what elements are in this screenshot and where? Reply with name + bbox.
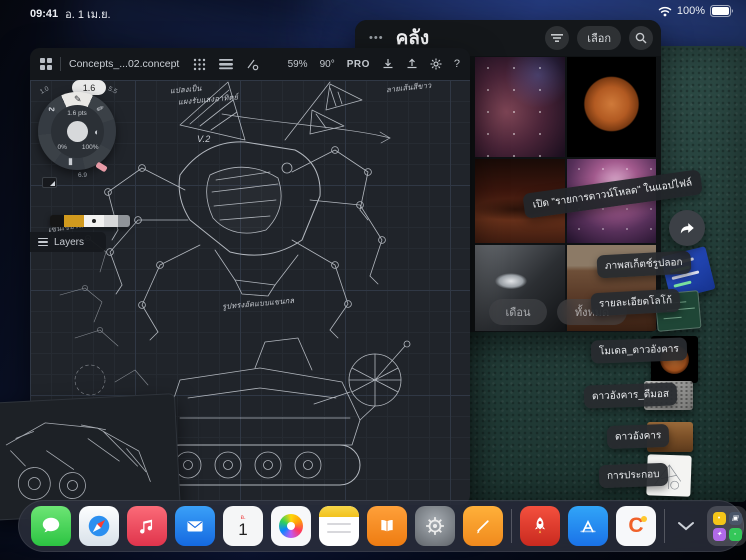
contrast-icon[interactable]: ◐ [94, 127, 99, 137]
dock-app-music[interactable] [127, 506, 167, 546]
swatch-black[interactable] [50, 215, 64, 227]
drag-item-label[interactable]: ดาวอังคาร_ดีมอส [584, 382, 678, 408]
app-library-grid-icon: •▣✦◦ [713, 512, 742, 541]
canvas-annotation: V.2 [197, 134, 210, 144]
dock-app-photos[interactable] [271, 506, 311, 546]
settings-gear-icon[interactable] [430, 58, 442, 70]
zoom-level[interactable]: 59% [288, 59, 308, 70]
dock-app-books[interactable] [367, 506, 407, 546]
dock-app-mail[interactable] [175, 506, 215, 546]
pro-badge[interactable]: PRO [347, 59, 370, 70]
brush-preview-chip[interactable] [42, 177, 57, 188]
photos-flower-icon [279, 514, 303, 538]
chat-bubble-icon [38, 513, 64, 539]
opacity-min-label: 0% [58, 144, 67, 151]
rotation-value[interactable]: 90° [320, 59, 335, 70]
swatch-gold[interactable] [64, 215, 84, 227]
status-bar: 09:41 อ. 1 เม.ย. 100% [0, 0, 746, 22]
forward-arrow-icon [678, 220, 696, 236]
pill-months[interactable]: เดือน [489, 299, 547, 325]
notes-line [327, 523, 351, 525]
dock-app-library[interactable]: •▣✦◦ [707, 506, 746, 546]
compass-icon [84, 511, 114, 541]
rocket-icon [527, 513, 553, 539]
tool-wheel[interactable]: ✎ ∿ ✐ ▮ 1.6 pts 0% 100% ◐ [38, 92, 116, 170]
dock-divider [664, 509, 665, 543]
vector-shape-icon[interactable] [246, 58, 259, 71]
dock-app-concepts[interactable] [463, 506, 503, 546]
search-icon [635, 32, 647, 44]
tool-wheel-inner[interactable]: 1.6 pts 0% 100% ◐ [51, 105, 104, 158]
filter-list-button[interactable] [545, 26, 569, 50]
chevron-down-icon[interactable] [673, 521, 699, 531]
appstore-a-icon [575, 513, 601, 539]
color-swatch-bar[interactable] [50, 215, 130, 227]
dock-app-calendar[interactable]: อ. 1 [223, 506, 263, 546]
help-button[interactable]: ? [454, 58, 460, 70]
dock: อ. 1 [18, 500, 744, 552]
list-filter-icon [551, 33, 563, 43]
notes-header-strip [319, 506, 359, 517]
wifi-icon [658, 6, 672, 17]
layers-stack-icon[interactable] [219, 58, 233, 70]
document-title[interactable]: Concepts_...02.concept [69, 58, 179, 70]
ring-size-value: 6.9 [78, 172, 87, 179]
dock-app-rocket[interactable] [520, 506, 560, 546]
drag-item-label[interactable]: โมเดล_ดาวอังคาร [591, 337, 688, 363]
open-book-icon [375, 514, 399, 538]
import-icon[interactable] [382, 58, 394, 70]
dock-app-notes[interactable] [319, 506, 359, 546]
clips-dot [641, 516, 647, 522]
gear-icon [422, 513, 448, 539]
battery-icon [710, 5, 734, 17]
concepts-toolbar: Concepts_...02.concept 59% 90° PRO [30, 48, 470, 80]
dots-grid-icon[interactable] [193, 58, 206, 71]
dock-divider [511, 509, 512, 543]
drag-item-label[interactable]: การประกอบ [599, 463, 668, 488]
search-button[interactable] [629, 26, 653, 50]
swatch-gray[interactable] [118, 215, 130, 227]
dock-app-messages[interactable] [31, 506, 71, 546]
pen-tool-icon[interactable]: ✎ [74, 94, 82, 105]
drag-item-label[interactable]: ภาพสเก็ตช์รูปลอก [596, 251, 691, 279]
select-button[interactable]: เลือก [577, 26, 621, 50]
swatch-white-selected[interactable] [84, 215, 104, 227]
layers-label: Layers [54, 237, 84, 248]
opacity-max-label: 100% [82, 144, 99, 151]
screen: ••• คลัง เลือก เดือน ทั้งหมด [0, 0, 746, 560]
photo-horsehead-nebula[interactable] [475, 57, 565, 157]
export-icon[interactable] [406, 58, 418, 70]
gallery-grid-button[interactable] [40, 58, 52, 70]
photo-mars-globe[interactable] [567, 57, 656, 157]
drag-item-label[interactable]: ดาวอังคาร [607, 424, 670, 449]
clock: 09:41 [30, 8, 58, 20]
stroke-size-label: 1.6 pts [51, 110, 104, 117]
color-preview[interactable] [67, 121, 88, 142]
layers-icon [38, 238, 48, 247]
window-more-icon[interactable]: ••• [369, 32, 384, 44]
drag-item-label[interactable]: รายละเอียดโลโก้ [590, 289, 680, 317]
dock-app-safari[interactable] [79, 506, 119, 546]
notes-line [327, 531, 351, 533]
calendar-day: 1 [238, 522, 247, 538]
battery-percent: 100% [677, 5, 705, 17]
toolbar-divider [60, 57, 61, 71]
envelope-icon [182, 513, 208, 539]
layers-button[interactable]: Layers [30, 232, 106, 252]
swatch-lightgray[interactable] [104, 215, 118, 227]
dock-app-settings[interactable] [415, 506, 455, 546]
share-button[interactable] [669, 210, 705, 246]
date: อ. 1 เม.ย. [65, 5, 110, 23]
dock-app-appstore[interactable] [568, 506, 608, 546]
music-note-icon [135, 514, 159, 538]
dock-app-clips[interactable]: C [616, 506, 656, 546]
marker-tool-icon[interactable]: ▮ [68, 156, 73, 167]
pen-icon [470, 513, 496, 539]
